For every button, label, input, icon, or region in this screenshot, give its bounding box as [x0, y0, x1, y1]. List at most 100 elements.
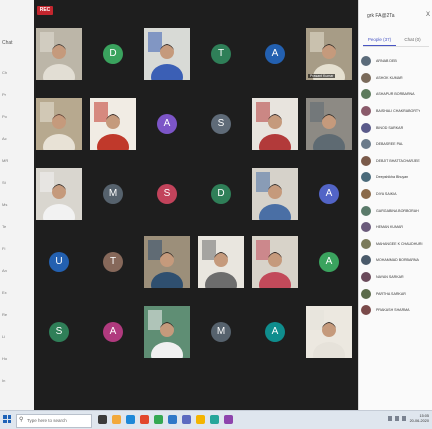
participant-tile[interactable]: S [36, 306, 82, 358]
participant-list-item[interactable]: MAHANGEE K CHAUDHURI [361, 236, 432, 253]
left-pane-text: Re [2, 312, 8, 317]
participant-tile[interactable] [252, 98, 298, 150]
participant-tile[interactable]: S [144, 168, 190, 220]
tab-chat[interactable]: Chat (0) [396, 34, 429, 46]
participant-tile[interactable]: A [144, 98, 190, 150]
participant-avatar: S [211, 114, 231, 134]
participant-video [306, 306, 352, 358]
participant-tile[interactable] [252, 236, 298, 288]
participant-name: GARGABINA BORBORAH [376, 208, 419, 213]
tab-people[interactable]: People (37) [363, 34, 396, 46]
left-pane-text: Po [2, 114, 7, 119]
participant-tile[interactable] [144, 236, 190, 288]
participant-tile[interactable]: A [90, 306, 136, 358]
panel-tabs: People (37) Chat (0) [363, 34, 429, 47]
taskbar-app-icon[interactable] [196, 415, 205, 424]
avatar [361, 238, 371, 249]
tray-icon[interactable] [388, 416, 392, 421]
left-pane-text: Te [2, 224, 7, 229]
participant-tile[interactable]: A [252, 306, 298, 358]
taskbar-app-icon[interactable] [182, 415, 191, 424]
participant-tile[interactable] [144, 306, 190, 358]
tray-icon[interactable] [395, 416, 399, 421]
clock[interactable]: 15:05 20-06-2020 [410, 414, 429, 424]
avatar [361, 89, 371, 100]
taskbar-app-icon[interactable] [140, 415, 149, 424]
participant-tile[interactable] [36, 28, 82, 80]
participant-avatar: U [49, 252, 69, 272]
tray-icon[interactable] [402, 416, 406, 421]
participant-name: ARNAB DEB [376, 59, 397, 64]
participant-list-item[interactable]: PARTHA SARKAR [361, 285, 432, 302]
participant-tile[interactable] [36, 168, 82, 220]
participant-avatar: M [211, 322, 231, 342]
system-tray [388, 416, 406, 421]
participant-video [36, 28, 82, 80]
avatar [361, 189, 371, 200]
participant-name: BAISHALI CHAKRABORTY [376, 109, 421, 114]
participant-tile[interactable]: D [198, 168, 244, 220]
participant-avatar: A [157, 114, 177, 134]
participant-tile[interactable]: D [90, 28, 136, 80]
participant-list-item[interactable]: BINOD SARKAR [361, 119, 432, 136]
participant-avatar: D [103, 44, 123, 64]
participant-tile[interactable]: Prasant Kumar [306, 28, 352, 80]
participant-list-item[interactable]: BAISHALI CHAKRABORTY [361, 103, 432, 120]
participant-list-item[interactable]: ASHOK KUMAR [361, 70, 432, 87]
participant-list-item[interactable]: HEMAN KUMAR [361, 219, 432, 236]
participant-tile[interactable] [90, 98, 136, 150]
participant-list-item[interactable]: ASHAPUR BORBARNA [361, 86, 432, 103]
participant-tile[interactable] [306, 98, 352, 150]
participant-name: ASHAPUR BORBARNA [376, 92, 415, 97]
participant-video [144, 28, 190, 80]
participant-tile[interactable] [144, 28, 190, 80]
participant-tile[interactable]: T [198, 28, 244, 80]
participant-list-item[interactable]: MOHAMMAD BORBARNA [361, 252, 432, 269]
taskbar-app-icon[interactable] [224, 415, 233, 424]
participant-tile[interactable]: A [306, 168, 352, 220]
participant-tile[interactable] [252, 168, 298, 220]
taskbar-search[interactable]: ⚲ Type here to search [16, 414, 92, 428]
participant-name-label: Prasant Kumar [308, 74, 336, 78]
taskbar-app-icon[interactable] [168, 415, 177, 424]
taskbar-app-icon[interactable] [126, 415, 135, 424]
participant-tile[interactable]: T [90, 236, 136, 288]
participant-avatar: S [49, 322, 69, 342]
participant-name: ASHOK KUMAR [376, 75, 403, 80]
close-panel-icon[interactable]: X [426, 12, 430, 18]
participant-list-item[interactable]: Deepshikha Bhuyan [361, 169, 432, 186]
participant-tile[interactable] [36, 98, 82, 150]
taskbar-app-icon[interactable] [154, 415, 163, 424]
participant-tile[interactable] [198, 236, 244, 288]
participant-tile[interactable]: S [198, 98, 244, 150]
avatar [361, 255, 371, 266]
participant-tile[interactable]: A [252, 28, 298, 80]
participant-tile[interactable]: M [90, 168, 136, 220]
taskbar-app-icon[interactable] [112, 415, 121, 424]
participant-avatar: A [103, 322, 123, 342]
participant-list-item[interactable]: DEBJIT BHATTACHARJEE [361, 153, 432, 170]
left-chat-tab[interactable]: Chat [2, 40, 13, 46]
participant-tile[interactable]: M [198, 306, 244, 358]
participant-list-item[interactable]: DIYA SAIKIA [361, 186, 432, 203]
participant-list-item[interactable]: DEBASREE PAL [361, 136, 432, 153]
taskbar-app-icon[interactable] [98, 415, 107, 424]
participant-tile[interactable]: A [306, 236, 352, 288]
left-pane-text: Ac [2, 136, 7, 141]
participant-list-item[interactable]: PRAKASH SHARMA [361, 302, 432, 319]
windows-start-icon[interactable] [3, 415, 11, 423]
participant-tile[interactable] [306, 306, 352, 358]
participant-video [252, 236, 298, 288]
participant-list-item[interactable]: NAYAN SARKAR [361, 269, 432, 286]
participant-video [144, 306, 190, 358]
left-pane: Chat Ch Pr Po Ac MR St Ms Te Fi An Ex Re Li Ho In [0, 0, 35, 410]
participant-avatar: T [211, 44, 231, 64]
participant-list-item[interactable]: ARNAB DEB [361, 53, 432, 70]
participant-video [36, 98, 82, 150]
taskbar-app-icon[interactable] [210, 415, 219, 424]
participant-avatar: M [103, 184, 123, 204]
participant-list-item[interactable]: GARGABINA BORBORAH [361, 202, 432, 219]
participant-avatar: D [211, 184, 231, 204]
participant-avatar: A [265, 44, 285, 64]
participant-tile[interactable]: U [36, 236, 82, 288]
